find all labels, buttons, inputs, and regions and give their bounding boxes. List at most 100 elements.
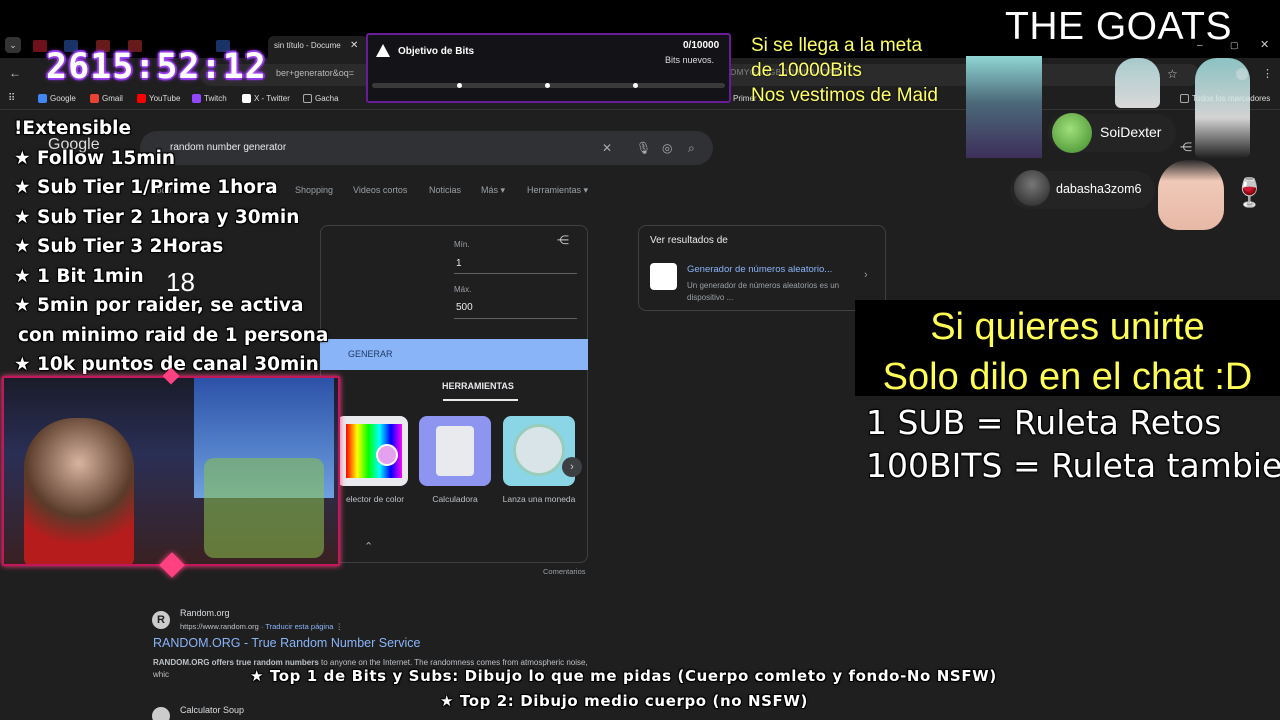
result-title-link[interactable]: RANDOM.ORG - True Random Number Service [153,636,420,650]
window-close-icon[interactable]: ✕ [1260,38,1269,51]
related-result-link[interactable]: Generador de números aleatorio... [687,264,832,275]
join-line: Solo dilo en el chat :D [882,356,1253,398]
result-url: https://www.random.org · Traducir esta p… [180,622,344,631]
tab-herramientas[interactable]: HERRAMIENTAS [442,381,514,391]
generate-button[interactable]: GENERAR [320,339,588,370]
roulette-info: 1 SUB = Ruleta Retos 100BITS = Ruleta ta… [866,401,1280,487]
goal-line: Si se llega a la meta [751,35,923,56]
tab-underline [443,399,518,401]
bookmark-gacha[interactable]: Gacha [303,94,339,103]
goal-line: Nos vestimos de Maid [751,85,938,106]
bookmark-youtube[interactable]: YouTube [137,94,180,103]
coin-icon [513,424,565,476]
apps-grid-icon[interactable]: ⠿ [8,93,15,104]
color-picker-tile[interactable] [336,416,408,486]
x-twitter-icon [242,94,251,103]
viewer-name: SoiDexter [1100,124,1162,140]
share-icon: ⋲ [1180,140,1192,154]
comments-link[interactable]: Comentarios [543,567,586,576]
translate-link[interactable]: Traducir esta página [265,622,333,631]
calculator-icon [436,426,474,476]
join-banner-text: Si quieres unirte Solo dilo en el chat :… [857,302,1278,402]
maid-goal-text: Si se llega a la meta de 10000Bits Nos v… [751,33,938,108]
tab-short-videos[interactable]: Videos cortos [353,185,407,195]
timer-rules-list: !Extensible ★ Follow 15min ★ Sub Tier 1/… [14,114,328,380]
reward-line: ★ Top 1 de Bits y Subs: Dibujo lo que me… [250,667,997,685]
more-options-icon[interactable]: ⋮ [336,622,344,631]
rule-item: ★ Sub Tier 3 2Horas [14,236,224,257]
bits-goal-title: Objetivo de Bits [398,46,475,57]
reward-line: ★ Top 2: Dibujo medio cuerpo (no NSFW) [440,692,808,710]
calculator-tile[interactable] [419,416,491,486]
rule-item: ★ Sub Tier 1/Prime 1hora [14,177,278,198]
collapse-icon[interactable]: ⌃ [364,540,373,553]
result-site-name: Random.org [180,608,230,618]
result2-site-name[interactable]: Calculator Soup [180,705,244,715]
calculator-soup-favicon [152,707,170,720]
rule-item: con minimo raid de 1 persona [18,324,329,346]
subathon-timer: 2615:52:12 [46,47,267,87]
brand-title: THE GOATS [1005,5,1232,48]
bookmark-label: Twitch [204,94,227,103]
random-number-generator-card [320,225,588,563]
viewer-avatar [1014,170,1050,206]
tool-label: Lanza una moneda [502,494,576,504]
min-input-underline [454,273,577,274]
bookmark-label: YouTube [149,94,181,103]
tab-tools[interactable]: Herramientas ▾ [527,185,588,196]
counter-value: 18 [166,267,195,297]
tab-label: Más [481,185,499,195]
share-icon[interactable]: ⋲ [557,233,569,247]
chibi-character-art [1115,58,1160,108]
rules-title: !Extensible [14,118,132,139]
youtube-icon [137,94,146,103]
tools-next-icon[interactable]: › [562,457,582,477]
streamer-figure [24,418,134,564]
webcam-feed [2,376,340,566]
wine-glass-icon: 🍷 [1232,177,1267,208]
bits-milestone-dot [545,83,550,88]
tab-more[interactable]: Más ▾ [481,185,505,196]
rule-item: ★ Follow 15min [14,147,176,169]
search-icon[interactable]: ⌕ [688,141,695,156]
min-input[interactable]: 1 [456,258,462,269]
result-url-text: https://www.random.org [180,622,259,631]
bookmark-google[interactable]: Google [38,94,76,103]
anime-character-art [966,56,1042,158]
max-input[interactable]: 500 [456,302,473,313]
chevron-right-icon[interactable]: › [864,269,868,281]
bits-milestone-dot [457,83,462,88]
join-line: Si quieres unirte [930,306,1205,348]
roulette-line: 1 SUB = Ruleta Retos [866,403,1222,442]
tab-search-icon[interactable]: ⌄ [5,37,21,53]
bookmark-star-icon[interactable]: ☆ [1167,67,1178,81]
tab-news[interactable]: Noticias [429,185,461,195]
tab-label: Herramientas [527,185,582,195]
tab-title: sin título - Docume [274,41,341,50]
lens-icon[interactable]: ◎ [662,141,672,155]
viewer-name: dabasha3zom6 [1056,182,1142,196]
menu-icon[interactable]: ⋮ [1262,67,1273,80]
bits-icon [376,44,390,57]
roulette-line: 100BITS = Ruleta tambie [866,446,1280,485]
bookmark-label: Gmail [102,94,123,103]
bookmark-gmail[interactable]: Gmail [90,94,123,103]
voice-search-icon[interactable]: 🎙 [636,141,651,155]
address-text: ber+generator&oq= [276,68,355,78]
back-icon[interactable]: ← [9,66,21,80]
top-supporters-rewards: ★ Top 1 de Bits y Subs: Dibujo lo que me… [250,664,997,714]
chair-image [204,458,324,558]
twitch-icon [192,94,201,103]
viewer-avatar [1052,113,1092,153]
coin-flip-tile[interactable] [503,416,575,486]
tool-label: Calculadora [432,494,478,504]
result-thumbnail [650,263,677,290]
color-swatch [376,444,398,466]
close-tab-icon[interactable]: ✕ [350,40,358,51]
streamer-avatar-art [1158,160,1224,230]
bookmark-twitch[interactable]: Twitch [192,94,227,103]
tab-favicon-icon[interactable] [33,40,47,52]
clear-search-icon[interactable]: ✕ [602,141,612,155]
bookmark-twitter[interactable]: X - Twitter [242,94,290,103]
random-org-favicon: R [152,611,170,629]
